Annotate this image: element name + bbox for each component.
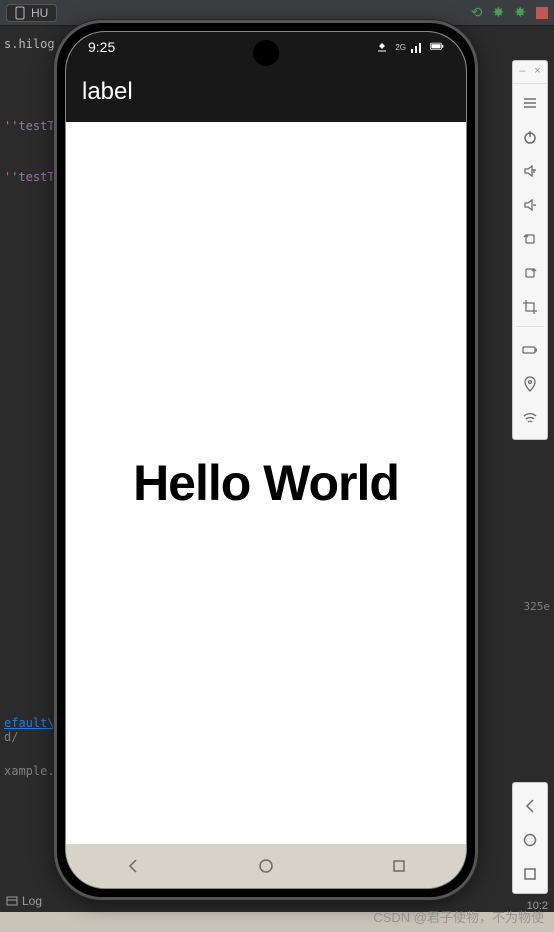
ide-statusbar-left: Log: [0, 890, 48, 912]
battery-icon[interactable]: [516, 335, 544, 365]
emulator-toolbar: – ×: [512, 60, 548, 440]
code-line: 'testTa: [11, 170, 60, 184]
wifi-icon[interactable]: [516, 403, 544, 433]
battery-status-icon: [430, 40, 444, 54]
hello-text: Hello World: [133, 454, 399, 512]
device-label: HU: [31, 6, 48, 20]
softkey-home[interactable]: [236, 857, 296, 875]
hotspot-icon: [375, 40, 389, 54]
softkey-recent[interactable]: [369, 857, 429, 875]
debug-icon[interactable]: ✸: [514, 4, 526, 21]
volume-up-icon[interactable]: [516, 156, 544, 186]
power-icon[interactable]: [516, 122, 544, 152]
editor-left-gutter: s.hilog ''testTa ''testTa: [0, 30, 60, 530]
emulator-nav-buttons: [512, 782, 548, 894]
console-left: efault\ d/ xample.: [0, 712, 60, 892]
device-selector[interactable]: HU: [6, 4, 57, 22]
rotate-left-icon[interactable]: [516, 224, 544, 254]
minimize-button[interactable]: –: [519, 65, 525, 77]
log-tab[interactable]: Log: [22, 894, 42, 908]
sync-icon[interactable]: ⟲: [471, 4, 483, 21]
camera-punch-hole: [253, 40, 279, 66]
location-icon[interactable]: [516, 369, 544, 399]
code-line: s.hilog: [4, 34, 56, 56]
code-line: 'testTa: [11, 119, 60, 133]
console-link[interactable]: efault\: [4, 716, 56, 730]
recent-icon[interactable]: [516, 859, 544, 889]
console-line: xample.: [4, 764, 56, 778]
phone-frame: 9:25 2G label Hello World: [54, 20, 478, 900]
profile-icon[interactable]: ✸: [493, 4, 505, 21]
softkey-back[interactable]: [103, 857, 163, 875]
console-line: d/: [4, 730, 56, 744]
back-icon[interactable]: [516, 791, 544, 821]
phone-softkeys: [66, 844, 466, 888]
app-content-area: Hello World: [66, 122, 466, 844]
menu-icon[interactable]: [516, 88, 544, 118]
signal-icon: [410, 40, 424, 54]
app-title: label: [82, 78, 133, 106]
clock: 9:25: [88, 39, 115, 55]
network-label: 2G: [395, 43, 406, 52]
app-titlebar: label: [66, 62, 466, 122]
volume-down-icon[interactable]: [516, 190, 544, 220]
stop-icon[interactable]: [536, 7, 548, 19]
home-icon[interactable]: [516, 825, 544, 855]
phone-screen: 9:25 2G label Hello World: [65, 31, 467, 889]
watermark: CSDN @君子使物，不为物使: [373, 907, 544, 926]
crop-icon[interactable]: [516, 292, 544, 322]
close-button[interactable]: ×: [534, 65, 540, 77]
rotate-right-icon[interactable]: [516, 258, 544, 288]
console-right-snippet: 325e: [494, 600, 554, 613]
